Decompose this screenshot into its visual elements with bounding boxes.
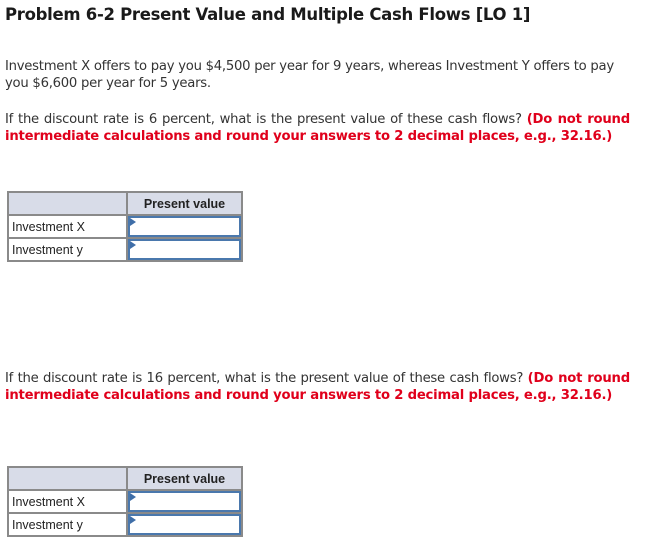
header-present-value: Present value [126,466,243,491]
investment-y-pv-input[interactable] [128,514,241,535]
input-marker-icon [130,493,136,501]
header-present-value: Present value [126,191,243,216]
table-row: Investment y [7,512,243,537]
problem-intro: Investment X offers to pay you $4,500 pe… [5,59,614,91]
row-label: Investment y [7,237,128,262]
table-header-row: Present value [7,466,243,491]
header-blank-cell [7,466,128,491]
investment-x-pv-input[interactable] [128,216,241,237]
row-label: Investment y [7,512,128,537]
question-text: If the discount rate is 6 percent, what … [5,112,522,127]
table-row: Investment X [7,489,243,514]
input-marker-icon [130,241,136,249]
header-blank-cell [7,191,128,216]
answer-table-part2: Present value Investment X Investment y [7,466,243,537]
table-row: Investment X [7,214,243,239]
input-marker-icon [130,516,136,524]
investment-x-pv-input[interactable] [128,491,241,512]
row-label: Investment X [7,489,128,514]
table-header-row: Present value [7,191,243,216]
answer-table-part1: Present value Investment X Investment y [7,191,243,262]
input-cell [126,489,243,514]
input-marker-icon [130,218,136,226]
input-cell [126,214,243,239]
question-text: If the discount rate is 16 percent, what… [5,371,524,386]
problem-title: Problem 6-2 Present Value and Multiple C… [5,5,531,24]
table-row: Investment y [7,237,243,262]
question-part1: If the discount rate is 6 percent, what … [5,111,630,145]
input-cell [126,237,243,262]
row-label: Investment X [7,214,128,239]
investment-y-pv-input[interactable] [128,239,241,260]
question-part2: If the discount rate is 16 percent, what… [5,370,630,404]
input-cell [126,512,243,537]
